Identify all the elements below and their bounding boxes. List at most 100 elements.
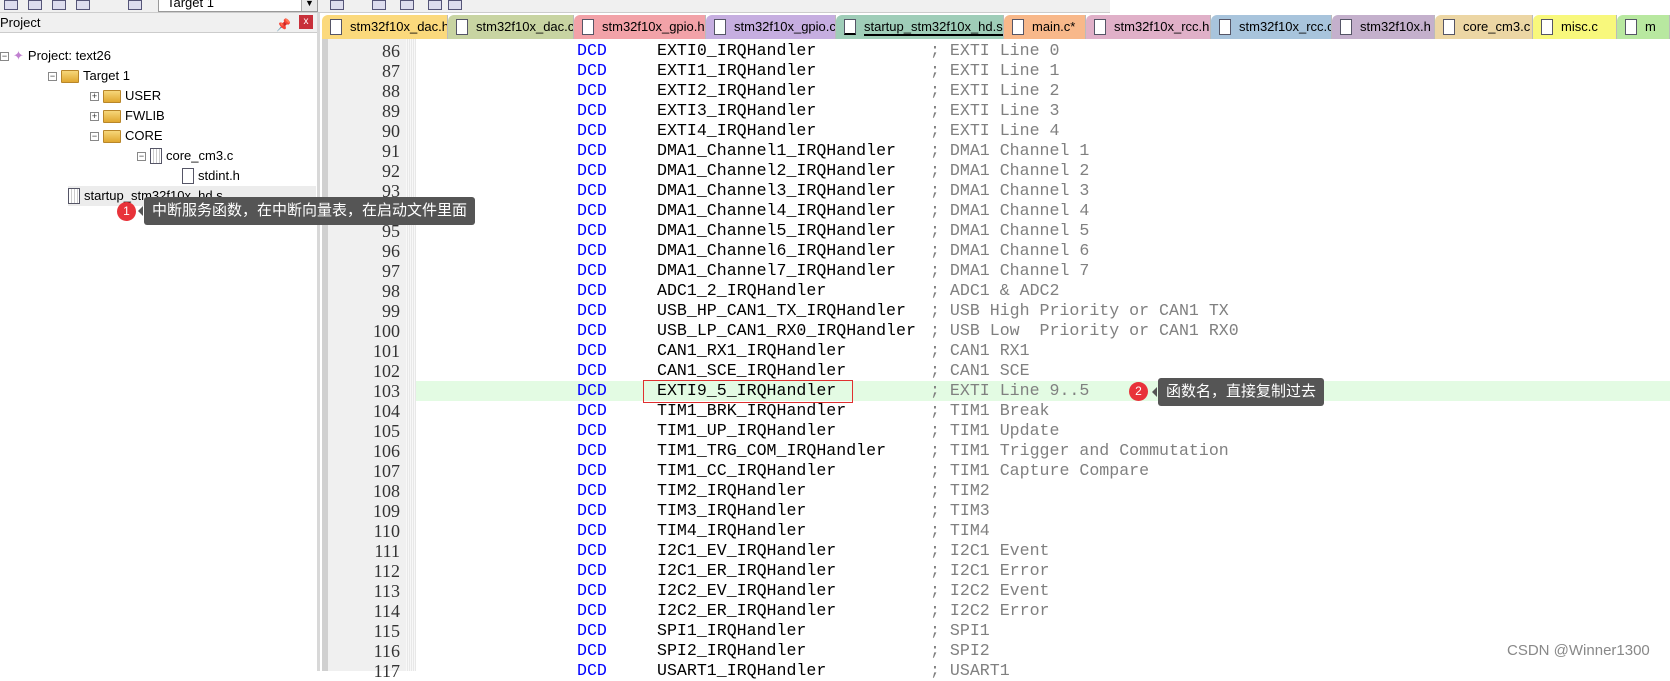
line-number: 88 — [382, 81, 400, 101]
code-line[interactable]: 92 DCD DMA1_Channel2_IRQHandler ; DMA1 Chan… — [328, 161, 1670, 181]
code-line[interactable]: 96 DCD DMA1_Channel6_IRQHandler ; DMA1 Chan… — [328, 241, 1670, 261]
directive-keyword: DCD — [577, 341, 607, 360]
code-line[interactable]: 117 DCD USART1_IRQHandler ; USART1 — [328, 661, 1670, 681]
collapse-icon[interactable]: − — [137, 151, 146, 161]
tab-startup-stm32f10x-hd-s[interactable]: startup_stm32f10x_hd.s — [836, 15, 1004, 39]
code-line[interactable]: 87 DCD EXTI1_IRQHandler ; EXTI Line 1 — [328, 61, 1670, 81]
tab-core-cm3-c[interactable]: core_cm3.c — [1435, 15, 1533, 39]
code-line[interactable]: 94DCDDMA1_Channel4_IRQHandler; DMA1 Chan… — [328, 201, 1670, 221]
directive-keyword: DCD — [577, 221, 607, 240]
tab-stm32f10x-rcc-h[interactable]: stm32f10x_rcc.h — [1086, 15, 1211, 39]
code-line[interactable]: 100 DCD USB_LP_CAN1_RX0_IRQHandler ; USB Lo… — [328, 321, 1670, 341]
code-line[interactable]: 111 DCD I2C1_EV_IRQHandler ; I2C1 Event — [328, 541, 1670, 561]
code-line[interactable]: 116 DCD SPI2_IRQHandler ; SPI2 — [328, 641, 1670, 661]
close-icon[interactable]: x — [299, 15, 313, 29]
code-line[interactable]: 103 DCD EXTI9_5_IRQHandler; EXTI Line 9..5 — [328, 381, 1670, 401]
directive-keyword: DCD — [577, 361, 607, 380]
project-panel: Project 📌 x − ✦ Project: text26− Target 1 + U… — [0, 13, 320, 671]
code-line[interactable]: 93 DCD DMA1_Channel3_IRQHandler; DMA1 Chan… — [328, 181, 1670, 201]
code-line[interactable]: 113 DCD I2C2_EV_IRQHandler ; I2C2 Event — [328, 581, 1670, 601]
code-line[interactable]: 102 DCD CAN1_SCE_IRQHandler ; CAN1 SCE — [328, 361, 1670, 381]
code-comment: ; EXTI Line 4 — [930, 121, 1060, 140]
code-line[interactable]: 105 DCD TIM1_UP_IRQHandler ; TIM1 Update — [328, 421, 1670, 441]
code-comment: ; SPI1 — [930, 621, 990, 640]
pin-icon[interactable]: 📌 — [276, 15, 291, 35]
toolbar-icon[interactable] — [4, 0, 18, 10]
line-number: 87 — [382, 61, 400, 81]
expand-icon[interactable]: + — [90, 111, 99, 121]
code-comment: ; I2C2 Error — [930, 601, 1050, 620]
file-icon — [1443, 19, 1455, 35]
toolbar-icon[interactable] — [372, 0, 386, 10]
code-line[interactable]: 99 DCD USB_HP_CAN1_TX_IRQHandler ; USB High… — [328, 301, 1670, 321]
tree-item[interactable]: − ✦ Project: text26 — [0, 46, 111, 66]
code-line[interactable]: 106 DCD TIM1_TRG_COM_IRQHandler ; TIM1 Trig… — [328, 441, 1670, 461]
directive-keyword: DCD — [577, 141, 607, 160]
toolbar-icon[interactable] — [448, 0, 462, 10]
code-comment: ; TIM3 — [930, 501, 990, 520]
code-line[interactable]: 109 DCD TIM3_IRQHandler ; TIM3 — [328, 501, 1670, 521]
tab-stm32f10x-dac-h[interactable]: stm32f10x_dac.h — [322, 15, 448, 39]
file-icon — [1219, 19, 1231, 35]
tab-stm32f10x-dac-c[interactable]: stm32f10x_dac.c — [448, 15, 574, 39]
project-panel-header: Project 📌 x — [0, 13, 317, 33]
directive-keyword: DCD — [577, 561, 607, 580]
tab-stm32f10x-gpio-h[interactable]: stm32f10x_gpio.h — [574, 15, 706, 39]
line-number: 98 — [382, 281, 400, 301]
tree-item[interactable]: stdint.h — [182, 166, 240, 186]
code-line[interactable]: 86 DCD EXTI0_IRQHandler ; EXTI Line 0 — [328, 41, 1670, 61]
handler-name: TIM1_CC_IRQHandler — [657, 461, 837, 480]
collapse-icon[interactable]: − — [90, 131, 99, 141]
code-line[interactable]: 110 DCD TIM4_IRQHandler ; TIM4 — [328, 521, 1670, 541]
code-comment: ; CAN1 RX1 — [930, 341, 1030, 360]
code-line[interactable]: 98 DCD ADC1_2_IRQHandler ; ADC1 & ADC2 — [328, 281, 1670, 301]
code-line[interactable]: 88 DCD EXTI2_IRQHandler ; EXTI Line 2 — [328, 81, 1670, 101]
code-line[interactable]: 107 DCD TIM1_CC_IRQHandler ; TIM1 Capture C… — [328, 461, 1670, 481]
code-line[interactable]: 108 DCD TIM2_IRQHandler ; TIM2 — [328, 481, 1670, 501]
code-line[interactable]: 114 DCD I2C2_ER_IRQHandler ; I2C2 Error — [328, 601, 1670, 621]
tab-label: main.c* — [1032, 19, 1076, 34]
code-line[interactable]: 89 DCD EXTI3_IRQHandler ; EXTI Line 3 — [328, 101, 1670, 121]
code-line[interactable]: 91 DCD DMA1_Channel1_IRQHandler ; DMA1 Chan… — [328, 141, 1670, 161]
collapse-icon[interactable]: − — [48, 71, 57, 81]
handler-name: TIM2_IRQHandler — [657, 481, 807, 500]
tab-stm32f10x-h[interactable]: stm32f10x.h — [1332, 15, 1435, 39]
tree-item[interactable]: − Target 1 — [48, 66, 130, 86]
tree-item[interactable]: − CORE — [90, 126, 163, 146]
tree-item[interactable]: − core_cm3.c — [137, 146, 233, 166]
tab-main-c-[interactable]: main.c* — [1004, 15, 1086, 39]
code-line[interactable]: 97 DCD DMA1_Channel7_IRQHandler ; DMA1 Chan… — [328, 261, 1670, 281]
code-line[interactable]: 104 DCD TIM1_BRK_IRQHandler ; TIM1 Break — [328, 401, 1670, 421]
collapse-icon[interactable]: − — [0, 51, 9, 61]
tab-m[interactable]: m — [1617, 15, 1670, 39]
toolbar-icon[interactable] — [400, 0, 414, 10]
code-line[interactable]: 112 DCD I2C1_ER_IRQHandler ; I2C1 Error — [328, 561, 1670, 581]
code-editor[interactable]: 86 DCD EXTI0_IRQHandler ; EXTI Line 0 87 DCD E… — [322, 39, 1670, 681]
toolbar-icon[interactable] — [428, 0, 442, 10]
file-icon — [330, 19, 342, 35]
code-line[interactable]: 95 DCD DMA1_Channel5_IRQHandler; DMA1 Chan… — [328, 221, 1670, 241]
tab-stm32f10x-rcc-c[interactable]: stm32f10x_rcc.c — [1211, 15, 1332, 39]
chevron-down-icon[interactable]: ▼ — [301, 0, 317, 11]
line-number: 111 — [374, 541, 400, 561]
tab-stm32f10x-gpio-c[interactable]: stm32f10x_gpio.c — [706, 15, 836, 39]
tab-misc-c[interactable]: misc.c — [1533, 15, 1617, 39]
toolbar-icon[interactable] — [28, 0, 42, 10]
handler-name: I2C1_ER_IRQHandler — [657, 561, 837, 580]
code-line[interactable]: 90 DCD EXTI4_IRQHandler ; EXTI Line 4 — [328, 121, 1670, 141]
tab-label: stm32f10x_rcc.h — [1114, 19, 1210, 34]
code-comment: ; TIM2 — [930, 481, 990, 500]
toolbar-icon[interactable] — [52, 0, 66, 10]
tree-item[interactable]: + FWLIB — [90, 106, 165, 126]
code-line[interactable]: 115 DCD SPI1_IRQHandler ; SPI1 — [328, 621, 1670, 641]
file-c-icon — [150, 148, 162, 164]
options-icon[interactable] — [330, 0, 344, 10]
handler-name: DMA1_Channel7_IRQHandler — [657, 261, 896, 280]
code-line[interactable]: 101 DCD CAN1_RX1_IRQHandler ; CAN1 RX1 — [328, 341, 1670, 361]
toolbar-icon[interactable] — [76, 0, 90, 10]
target-select[interactable]: Target 1 ▼ — [158, 0, 318, 12]
download-icon[interactable] — [128, 0, 142, 10]
line-number: 91 — [382, 141, 400, 161]
expand-icon[interactable]: + — [90, 91, 99, 101]
tree-item[interactable]: + USER — [90, 86, 161, 106]
